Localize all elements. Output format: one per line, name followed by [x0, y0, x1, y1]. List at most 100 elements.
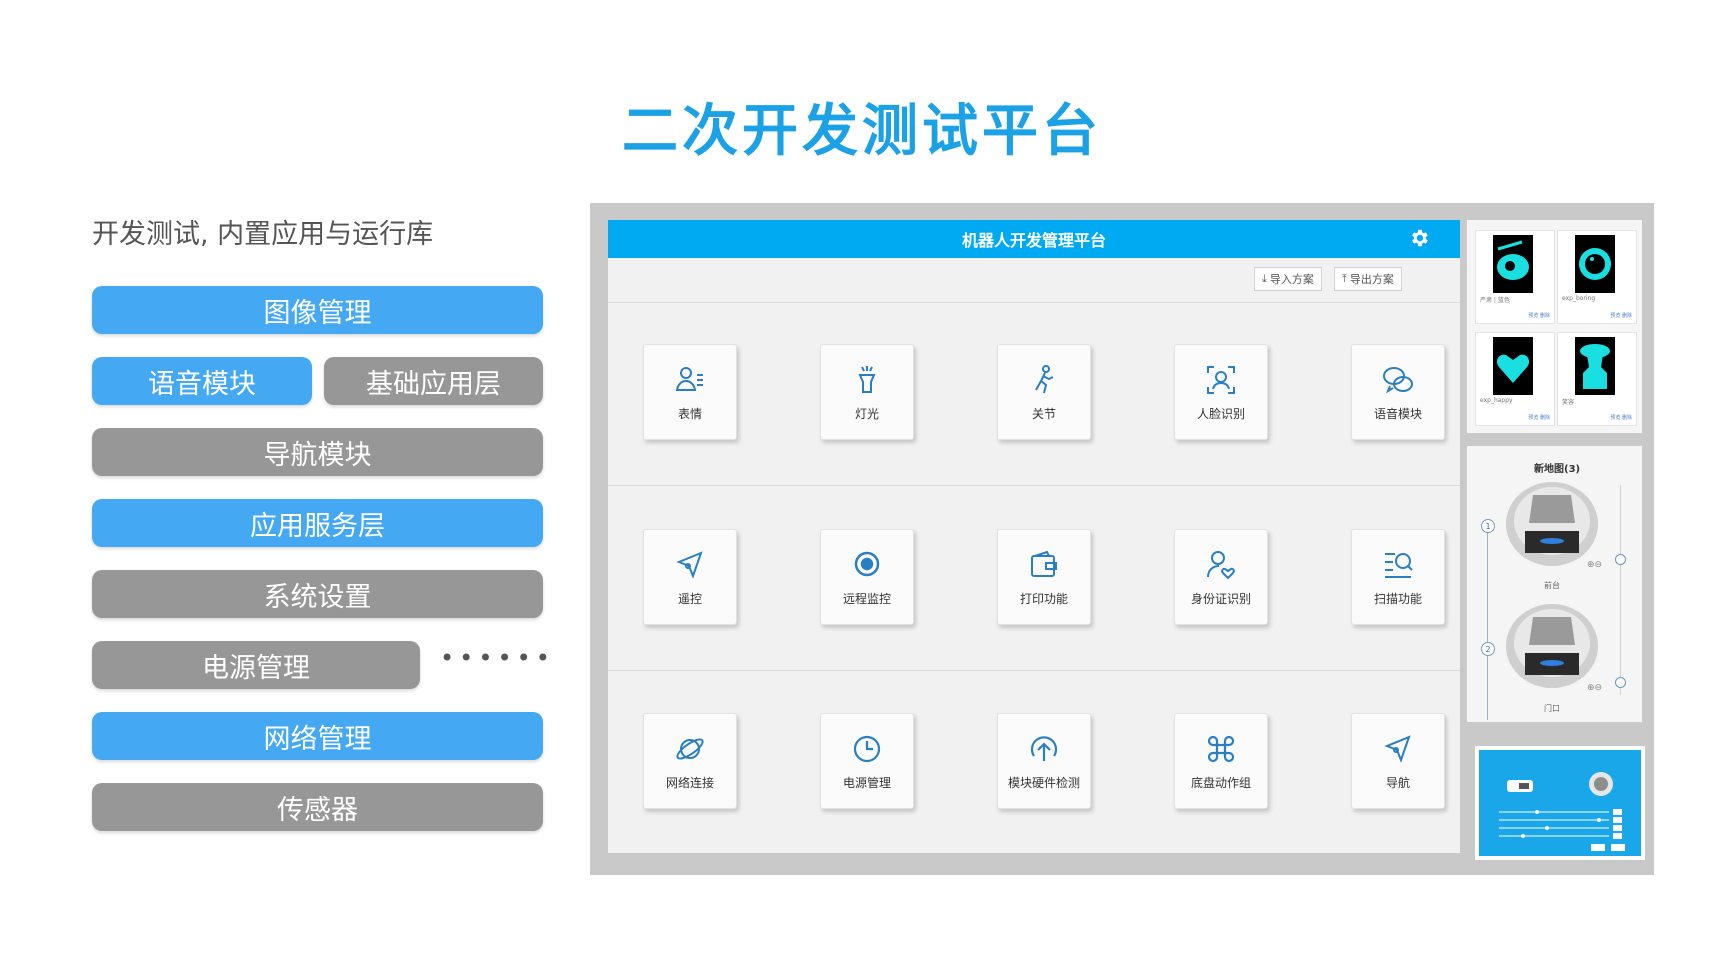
map-point-caption: 前台	[1544, 581, 1560, 590]
export-button[interactable]: ⤒ 导出方案	[1334, 267, 1402, 291]
tile-remote-monitor[interactable]: 远程监控	[820, 529, 914, 625]
robot-image[interactable]	[1505, 481, 1599, 567]
expression-actions[interactable]: 预览 删除	[1610, 312, 1632, 319]
person-heart-icon	[1207, 551, 1235, 580]
tile-label: 电源管理	[842, 776, 891, 790]
expression-screen	[1493, 235, 1533, 293]
expression-actions[interactable]: 预览 删除	[1610, 414, 1632, 421]
tile-id-card-recognition[interactable]: 身份证识别	[1174, 529, 1268, 625]
tile-label: 底盘动作组	[1190, 776, 1251, 790]
expression-actions[interactable]: 预览 删除	[1528, 414, 1550, 421]
map-point-caption: 门口	[1544, 704, 1560, 713]
tile-remote-control[interactable]: 遥控	[643, 529, 737, 625]
tile-label: 关节	[1031, 407, 1056, 421]
module-voice: 语音模块	[92, 357, 312, 405]
settings-thumbnail[interactable]	[1475, 746, 1645, 860]
face-scan-icon	[1207, 366, 1235, 394]
tile-label: 灯光	[854, 407, 879, 421]
expression-caption: 笑容	[1562, 399, 1575, 406]
expression-caption: 严肃 | 蓝色	[1480, 297, 1510, 304]
tile-label: 导航	[1385, 776, 1410, 790]
import-button[interactable]: ⤓ 导入方案	[1254, 267, 1322, 291]
compass-icon	[1384, 735, 1411, 763]
person-list-icon	[675, 367, 703, 391]
expression-caption: exp_boring	[1562, 295, 1596, 302]
map-point-number: 1	[1481, 519, 1495, 533]
tile-label: 遥控	[677, 592, 702, 606]
tile-light[interactable]: 灯光	[820, 344, 914, 440]
app-window: 机器人开发管理平台 ⤓ 导入方案 ⤒ 导出方案 表情 灯光 关节 人脸识别 语音…	[608, 220, 1460, 853]
more-ellipsis: ••••••	[440, 644, 555, 672]
wallet-icon	[1031, 550, 1057, 577]
tile-navigation[interactable]: 导航	[1351, 713, 1445, 809]
expression-screen	[1493, 337, 1533, 395]
module-app-service-layer: 应用服务层	[92, 499, 543, 547]
expression-card[interactable]: 笑容 预览 删除	[1557, 332, 1637, 426]
export-label: 导出方案	[1349, 273, 1394, 286]
row-divider	[608, 485, 1460, 486]
module-system-settings: 系统设置	[92, 570, 543, 618]
tile-print[interactable]: 打印功能	[997, 529, 1091, 625]
expression-card[interactable]: 严肃 | 蓝色 预览 删除	[1475, 230, 1555, 324]
tile-expression[interactable]: 表情	[643, 344, 737, 440]
module-network-mgmt: 网络管理	[92, 712, 543, 760]
tile-label: 网络连接	[665, 776, 714, 790]
tile-label: 语音模块	[1373, 407, 1422, 421]
module-navigation: 导航模块	[92, 428, 543, 476]
tile-label: 人脸识别	[1196, 407, 1245, 421]
upload-circle-icon	[1030, 736, 1058, 761]
tile-hardware-check[interactable]: 模块硬件检测	[997, 713, 1091, 809]
app-title: 机器人开发管理平台	[961, 231, 1106, 250]
list-search-icon	[1385, 553, 1413, 578]
app-header: 机器人开发管理平台	[608, 220, 1460, 258]
import-icon: ⤓	[1262, 272, 1267, 285]
chat-icon	[1383, 367, 1413, 394]
tile-label: 远程监控	[842, 592, 891, 606]
walking-person-icon	[1035, 365, 1054, 394]
map-point-number: 2	[1481, 642, 1495, 656]
module-base-app-layer: 基础应用层	[324, 357, 543, 405]
clock-icon	[853, 735, 881, 763]
compass-icon	[676, 551, 703, 579]
module-image-mgmt: 图像管理	[92, 286, 543, 334]
toolbar: ⤓ 导入方案 ⤒ 导出方案	[608, 258, 1460, 303]
map-title: 新地图(3)	[1534, 464, 1581, 475]
expression-screen	[1575, 235, 1615, 293]
tile-face-recognition[interactable]: 人脸识别	[1174, 344, 1268, 440]
tile-voice[interactable]: 语音模块	[1351, 344, 1445, 440]
subtitle: 开发测试, 内置应用与运行库	[92, 219, 434, 250]
flashlight-icon	[858, 366, 876, 393]
tile-scan[interactable]: 扫描功能	[1351, 529, 1445, 625]
tile-power[interactable]: 电源管理	[820, 713, 914, 809]
tile-label: 表情	[677, 407, 702, 421]
tile-chassis-actions[interactable]: 底盘动作组	[1174, 713, 1268, 809]
expression-card[interactable]: exp_happy 预览 删除	[1475, 332, 1555, 426]
module-sensor: 传感器	[92, 783, 543, 831]
expression-screen	[1575, 337, 1615, 395]
robot-image[interactable]	[1505, 603, 1599, 689]
gear-icon[interactable]	[1408, 227, 1430, 249]
module-power-mgmt: 电源管理	[92, 641, 420, 689]
tile-label: 扫描功能	[1373, 592, 1422, 606]
slider-knob[interactable]	[1615, 554, 1626, 565]
expression-actions[interactable]: 预览 删除	[1528, 312, 1550, 319]
import-label: 导入方案	[1269, 273, 1314, 286]
zoom-controls-icon[interactable]: ⊕⊖	[1587, 683, 1602, 693]
map-scroll-track[interactable]	[1620, 485, 1621, 695]
page-title: 二次开发测试平台	[622, 99, 1102, 164]
map-track-line	[1487, 530, 1488, 720]
zoom-controls-icon[interactable]: ⊕⊖	[1587, 560, 1602, 570]
export-icon: ⤒	[1342, 272, 1347, 285]
expression-card[interactable]: exp_boring 预览 删除	[1557, 230, 1637, 324]
target-icon	[854, 551, 880, 577]
planet-icon	[676, 738, 704, 760]
tile-network[interactable]: 网络连接	[643, 713, 737, 809]
expression-caption: exp_happy	[1480, 397, 1513, 404]
tile-label: 身份证识别	[1190, 592, 1251, 606]
tile-label: 模块硬件检测	[1007, 776, 1080, 790]
row-divider	[608, 670, 1460, 671]
tile-joint[interactable]: 关节	[997, 344, 1091, 440]
slider-knob[interactable]	[1615, 677, 1626, 688]
tile-label: 打印功能	[1019, 592, 1068, 606]
command-icon	[1207, 735, 1235, 763]
